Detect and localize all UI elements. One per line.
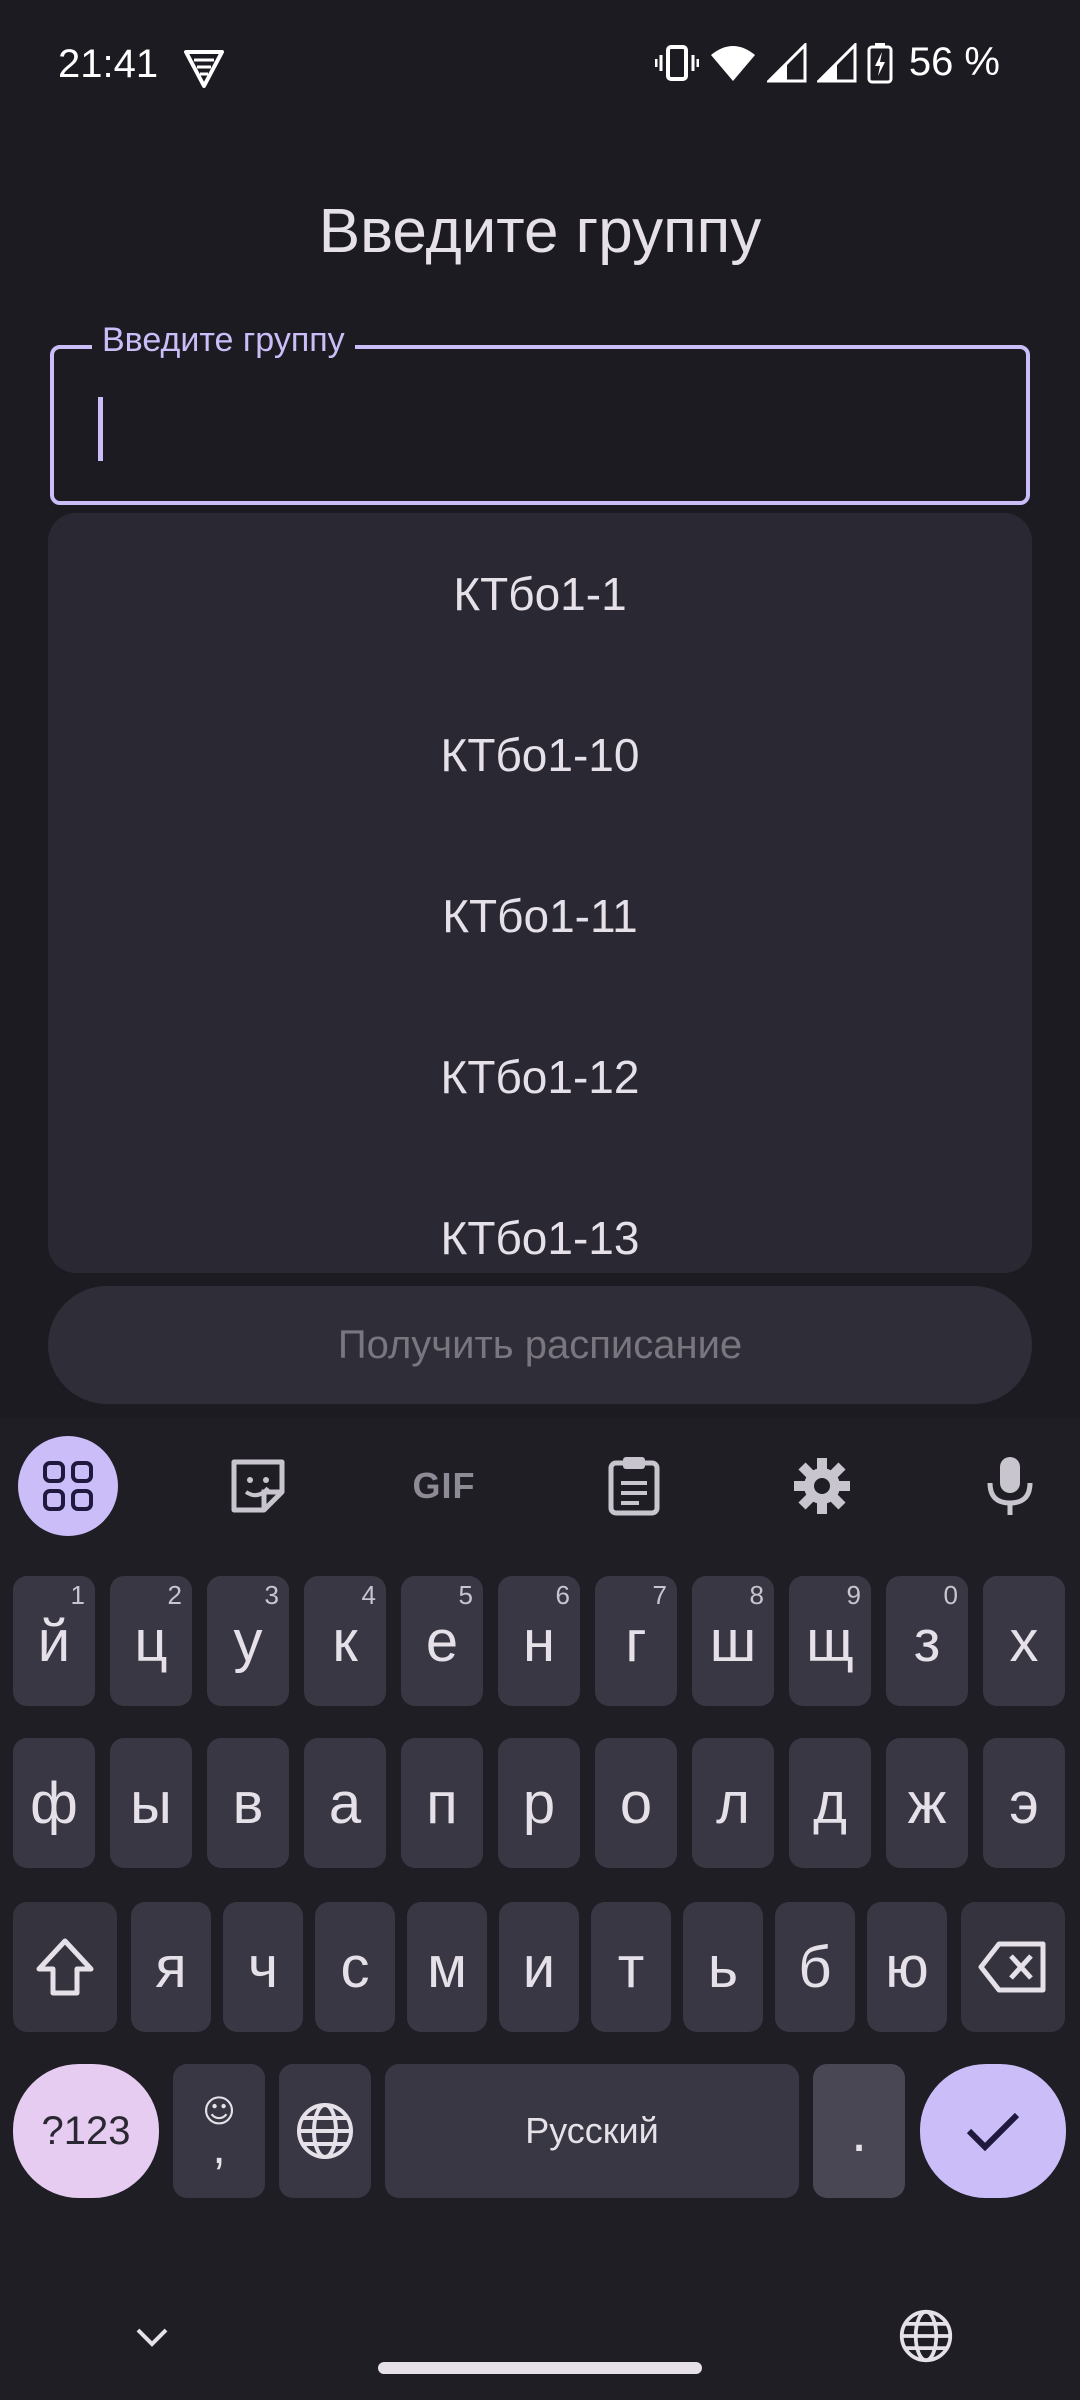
key-hint: 7	[652, 1580, 667, 1610]
checkmark-icon	[966, 2112, 1020, 2152]
enter-key[interactable]	[920, 2064, 1066, 2198]
suggestion-item[interactable]: КТбо1-10	[48, 674, 1032, 835]
key[interactable]: у3	[207, 1576, 289, 1706]
key[interactable]: х	[983, 1576, 1065, 1706]
key-label: х	[1009, 1608, 1039, 1674]
suggestion-item[interactable]: КТбо1-13	[48, 1157, 1032, 1273]
key-hint: 6	[555, 1580, 570, 1610]
group-field-label: Введите группу	[92, 321, 355, 360]
key[interactable]: ц2	[110, 1576, 192, 1706]
status-bar: 21:41 56 %	[0, 0, 1080, 132]
symbols-key[interactable]: ?123	[13, 2064, 159, 2198]
key-hint: 5	[458, 1580, 473, 1610]
key[interactable]: ж	[886, 1738, 968, 1868]
page-title: Введите группу	[318, 197, 762, 266]
key[interactable]: к4	[304, 1576, 386, 1706]
shift-key[interactable]	[13, 1902, 117, 2032]
key[interactable]: м	[407, 1902, 487, 2032]
key[interactable]: ф	[13, 1738, 95, 1868]
key-hint: 0	[943, 1580, 958, 1610]
key-label: г	[625, 1608, 647, 1674]
backspace-key[interactable]	[961, 1902, 1065, 2032]
key-label: з	[913, 1608, 941, 1674]
shift-icon	[36, 1938, 94, 1996]
language-key[interactable]	[279, 2064, 371, 2198]
key[interactable]: б	[775, 1902, 855, 2032]
key[interactable]: ю	[867, 1902, 947, 2032]
key-label: е	[425, 1608, 459, 1674]
gif-icon[interactable]: GIF	[394, 1436, 494, 1536]
keyboard-toolbar: GIF	[0, 1418, 1080, 1558]
key[interactable]: щ9	[789, 1576, 871, 1706]
key[interactable]: з0	[886, 1576, 968, 1706]
suggestions-dropdown: КТбо1-1 КТбо1-10 КТбо1-11 КТбо1-12 КТбо1…	[48, 513, 1032, 1273]
key[interactable]: ш8	[692, 1576, 774, 1706]
get-schedule-button[interactable]: Получить расписание	[48, 1286, 1032, 1404]
globe-icon	[297, 2103, 353, 2159]
key-label: у	[233, 1608, 263, 1674]
emoji-comma-key[interactable]: ☺ ,	[173, 2064, 265, 2198]
vpn-icon	[184, 50, 224, 88]
key[interactable]: э	[983, 1738, 1065, 1868]
key-hint: 8	[749, 1580, 764, 1610]
microphone-icon[interactable]	[960, 1436, 1060, 1536]
key-label: ш	[709, 1608, 757, 1674]
key-label: ц	[134, 1608, 168, 1674]
key[interactable]: с	[315, 1902, 395, 2032]
key[interactable]: й1	[13, 1576, 95, 1706]
settings-icon[interactable]	[772, 1436, 872, 1536]
key[interactable]: и	[499, 1902, 579, 2032]
status-time: 21:41	[58, 42, 159, 86]
key[interactable]: о	[595, 1738, 677, 1868]
space-key[interactable]: Русский	[385, 2064, 799, 2198]
key-hint: 2	[167, 1580, 182, 1610]
key[interactable]: ь	[683, 1902, 763, 2032]
key[interactable]: п	[401, 1738, 483, 1868]
key[interactable]: ы	[110, 1738, 192, 1868]
key-label: щ	[806, 1608, 854, 1674]
period-key[interactable]: .	[813, 2064, 905, 2198]
key-label: н	[522, 1608, 556, 1674]
key[interactable]: н6	[498, 1576, 580, 1706]
key[interactable]: я	[131, 1902, 211, 2032]
key[interactable]: а	[304, 1738, 386, 1868]
key-hint: 1	[70, 1580, 85, 1610]
signal-icon-1	[766, 42, 807, 82]
battery-level: 56 %	[908, 40, 1000, 84]
vibrate-icon	[654, 44, 699, 81]
keyboard: GIF й1 ц2 у3 к 4 е 5 н 6 г 7 ш 8 щ 9 з 0…	[0, 1418, 1080, 2400]
home-handle[interactable]	[378, 2362, 702, 2374]
key[interactable]: т	[591, 1902, 671, 2032]
text-cursor	[98, 397, 103, 461]
key[interactable]: л	[692, 1738, 774, 1868]
key[interactable]: р	[498, 1738, 580, 1868]
apps-icon[interactable]	[18, 1436, 118, 1536]
signal-icon-2	[816, 42, 857, 82]
key-hint: 4	[361, 1580, 376, 1610]
key[interactable]: в	[207, 1738, 289, 1868]
suggestion-item[interactable]: КТбо1-12	[48, 996, 1032, 1157]
suggestion-item[interactable]: КТбо1-11	[48, 835, 1032, 996]
key-hint: 3	[264, 1580, 279, 1610]
hide-keyboard-icon[interactable]	[132, 2322, 172, 2352]
status-icons: 56 %	[654, 40, 1000, 85]
suggestion-item[interactable]: КТбо1-1	[48, 513, 1032, 674]
navigation-bar	[0, 2280, 1080, 2400]
sticker-icon[interactable]	[208, 1436, 308, 1536]
key-hint: 9	[846, 1580, 861, 1610]
battery-charging-icon	[867, 42, 893, 83]
backspace-icon	[978, 1941, 1046, 1993]
key-label: к	[332, 1608, 358, 1674]
clipboard-icon[interactable]	[584, 1436, 684, 1536]
key[interactable]: г7	[595, 1576, 677, 1706]
group-input[interactable]	[94, 389, 978, 461]
wifi-icon	[710, 45, 755, 81]
globe-icon[interactable]	[898, 2308, 954, 2364]
key[interactable]: д	[789, 1738, 871, 1868]
key-label: й	[37, 1608, 71, 1674]
key[interactable]: е5	[401, 1576, 483, 1706]
group-field[interactable]: Введите группу	[50, 321, 1030, 505]
key[interactable]: ч	[223, 1902, 303, 2032]
comma-label: ,	[212, 2121, 226, 2174]
